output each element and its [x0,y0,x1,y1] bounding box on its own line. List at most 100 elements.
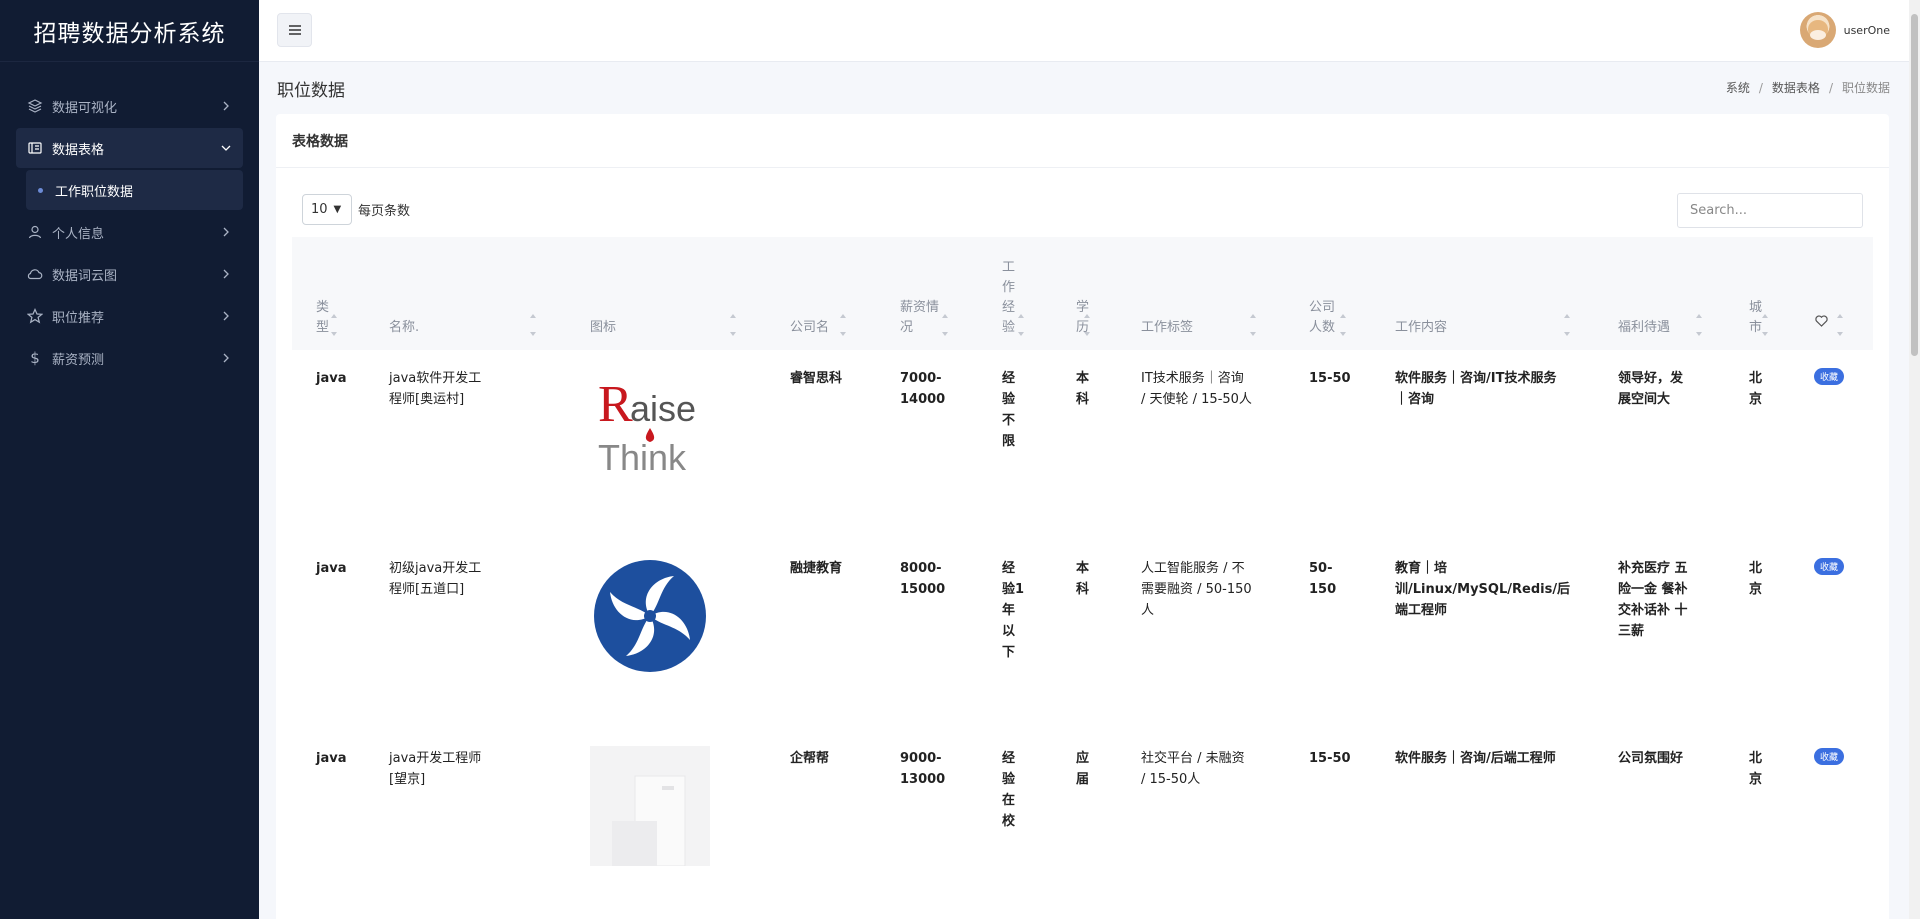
sidebar-item-personal-info[interactable]: 个人信息 [16,212,243,252]
building-placeholder-icon [590,746,710,866]
table-card: 表格数据 10 ▼ 每页条数 类 型 名称. 图标 公司名 薪资情 况 工 作 … [276,114,1889,919]
sidebar: 招聘数据分析系统 数据可视化 数据表格 工作职位数据 个人信息 数据词云图 职位… [0,0,259,919]
sidebar-item-label: 薪资预测 [52,352,105,368]
sort-icon[interactable] [1338,314,1348,336]
sort-icon[interactable] [1760,314,1770,336]
table-row: java 初级java开发工 程师[五道口] 融捷教育 8000- 15000 … [292,540,1873,730]
cell-benefits: 公司氛围好 [1618,751,1684,766]
heart-icon [1815,315,1828,327]
sidebar-item-label: 数据表格 [52,142,105,158]
table-row: java java开发工程师 [望京] 企帮帮 9000- 13000 经 验 … [292,730,1873,919]
cell-company: 融捷教育 [790,561,843,576]
cell-size: 15-50 [1309,751,1351,766]
sidebar-item-label: 数据词云图 [52,268,118,284]
column-header-company[interactable]: 公司名 [790,318,829,338]
page-size-select[interactable]: 10 ▼ [302,194,352,225]
sort-icon[interactable] [1835,314,1845,336]
column-header-size[interactable]: 公司 人数 [1309,298,1335,338]
sidebar-item-word-cloud[interactable]: 数据词云图 [16,254,243,294]
chevron-right-icon [219,99,233,113]
column-header-logo[interactable]: 图标 [590,318,616,338]
top-bar: userOne [259,0,1920,62]
scrollbar-thumb[interactable] [1911,14,1918,356]
chevron-right-icon [219,267,233,281]
sidebar-subitem-job-data[interactable]: 工作职位数据 [26,170,243,210]
breadcrumb-item[interactable]: 系统 [1726,79,1750,96]
column-header-experience[interactable]: 工 作 经 验 [1002,258,1015,338]
favorite-button[interactable]: 收藏 [1814,748,1845,765]
cell-content: 教育｜培 训/Linux/MySQL/Redis/后 端工程师 [1395,561,1571,618]
table-icon [26,139,44,157]
cell-city: 北 京 [1749,751,1763,787]
cell-benefits: 补充医疗 五 险一金 餐补 交补话补 十 三薪 [1618,561,1688,639]
avatar[interactable] [1799,12,1836,48]
username: userOne [1843,23,1890,37]
column-header-content[interactable]: 工作内容 [1395,318,1447,338]
sidebar-item-salary-predict[interactable]: $ 薪资预测 [16,338,243,378]
svg-text:Think: Think [598,437,687,478]
column-header-name[interactable]: 名称. [389,318,419,338]
card-title: 表格数据 [276,114,1889,168]
user-icon [26,223,44,241]
chevron-down-icon [219,141,233,155]
breadcrumb-item[interactable]: 数据表格 [1772,79,1820,96]
company-logo [590,556,710,676]
chevron-down-icon: ▼ [333,204,342,215]
cell-experience: 经 验1 年 以 下 [1002,561,1025,660]
sort-icon[interactable] [1694,314,1704,336]
hamburger-icon [288,25,301,35]
raise-think-logo-icon: R aise Think [598,376,696,478]
cell-salary: 9000- 13000 [900,751,946,787]
column-header-type[interactable]: 类 型 [316,298,329,338]
sort-icon[interactable] [528,314,538,336]
chevron-right-icon [219,309,233,323]
sidebar-item-data-visualization[interactable]: 数据可视化 [16,86,243,126]
breadcrumb-current: 职位数据 [1841,81,1890,95]
favorite-button[interactable]: 收藏 [1814,368,1845,385]
cell-salary: 7000- 14000 [900,371,946,407]
chevron-right-icon [219,351,233,365]
sort-icon[interactable] [1082,314,1092,336]
cell-city: 北 京 [1749,561,1763,597]
cell-type: java [316,371,347,386]
menu-toggle-button[interactable] [277,13,312,47]
sidebar-item-label: 职位推荐 [52,310,105,326]
column-header-favorite[interactable] [1815,314,1828,334]
sort-icon[interactable] [728,314,738,336]
sort-icon[interactable] [940,314,950,336]
company-logo: R aise Think [590,366,710,486]
layers-icon [26,97,44,115]
sort-icon[interactable] [329,314,339,336]
cell-tags: IT技术服务｜咨询 / 天使轮 / 15-50人 [1141,371,1252,407]
sidebar-item-job-recommend[interactable]: 职位推荐 [16,296,243,336]
job-table: 类 型 名称. 图标 公司名 薪资情 况 工 作 经 验 学 历 工作标签 公司… [292,237,1873,919]
cell-content: 软件服务｜咨询/后端工程师 [1395,751,1556,766]
svg-text:R: R [598,376,633,433]
page-title: 职位数据 [277,81,345,101]
cell-name: 初级java开发工 程师[五道口] [389,561,482,597]
chevron-right-icon [219,225,233,239]
column-header-tags[interactable]: 工作标签 [1141,318,1193,338]
cloud-icon [26,265,44,283]
cell-company: 睿智思科 [790,371,843,386]
favorite-button[interactable]: 收藏 [1814,558,1845,575]
cell-type: java [316,561,347,576]
blue-circle-logo-icon [594,560,706,672]
svg-text:aise: aise [630,388,696,429]
sort-icon[interactable] [838,314,848,336]
column-header-benefits[interactable]: 福利待遇 [1618,318,1670,338]
column-header-salary[interactable]: 薪资情 况 [900,298,939,338]
cell-size: 50- 150 [1309,561,1337,597]
user-menu[interactable]: userOne [1799,12,1890,48]
cell-tags: 社交平台 / 未融资 / 15-50人 [1141,751,1245,787]
sort-icon[interactable] [1016,314,1026,336]
sidebar-item-data-table[interactable]: 数据表格 [16,128,243,168]
breadcrumb: 系统 / 数据表格 / 职位数据 [1725,79,1890,96]
sort-icon[interactable] [1248,314,1258,336]
sidebar-item-label: 个人信息 [52,226,105,242]
sort-icon[interactable] [1562,314,1572,336]
bullet-icon [38,187,43,193]
company-logo [590,746,710,866]
search-input[interactable] [1677,193,1863,228]
page-scrollbar[interactable] [1909,0,1920,919]
